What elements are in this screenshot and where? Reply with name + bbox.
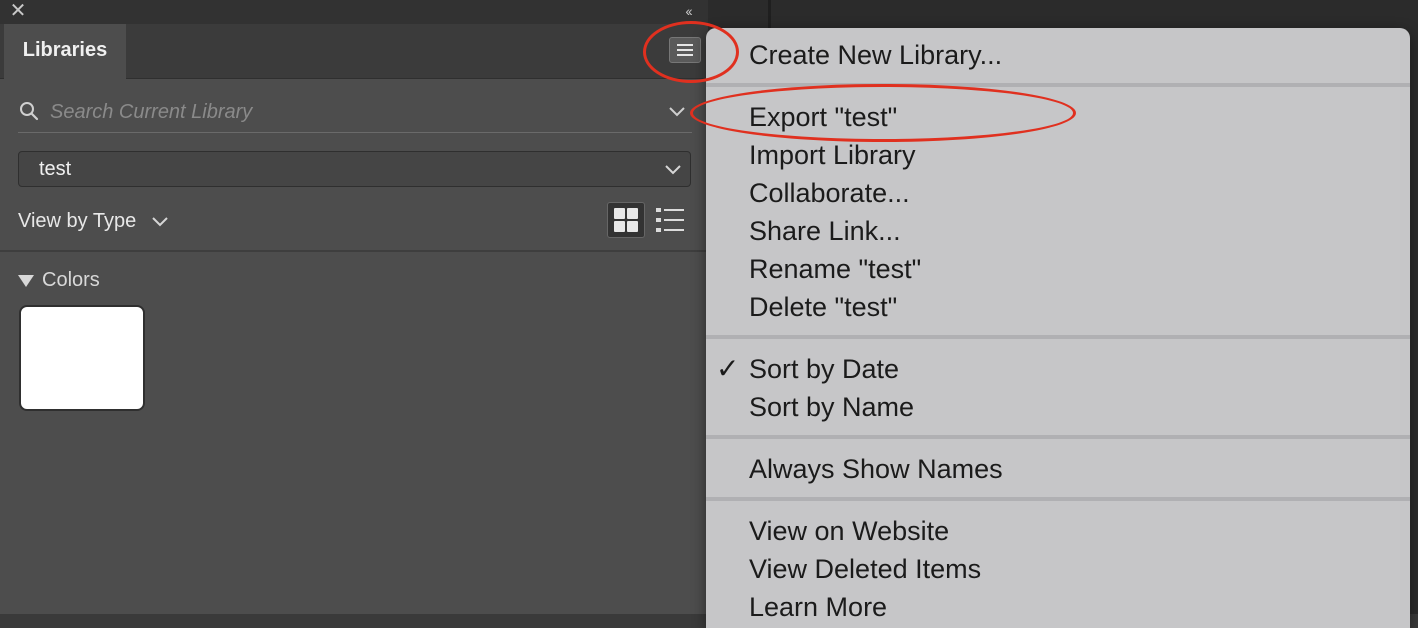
- colors-section-label: Colors: [42, 269, 100, 291]
- libraries-panel: ✕ ‹‹ Libraries test View by Type: [0, 0, 708, 614]
- search-icon: [20, 102, 39, 121]
- menu-item-sort-by-date[interactable]: Sort by Date: [749, 351, 899, 387]
- hamburger-menu-icon: [677, 49, 693, 51]
- menu-item-learn-more[interactable]: Learn More: [749, 589, 887, 625]
- menu-separator: [706, 497, 1410, 501]
- menu-item-delete[interactable]: Delete "test": [749, 289, 897, 325]
- double-chevron-left-icon[interactable]: ‹‹: [678, 2, 698, 20]
- chevron-down-icon: [665, 165, 681, 175]
- menu-item-collaborate[interactable]: Collaborate...: [749, 175, 910, 211]
- menu-item-view-deleted-items[interactable]: View Deleted Items: [749, 551, 981, 587]
- menu-separator: [706, 335, 1410, 339]
- view-by-type-dropdown[interactable]: View by Type: [18, 206, 168, 236]
- close-icon[interactable]: ✕: [9, 1, 27, 21]
- checkmark-icon: ✓: [716, 353, 740, 384]
- panel-title-bar: [0, 0, 708, 24]
- library-options-menu: Create New Library... Export "test" Impo…: [706, 28, 1410, 628]
- hamburger-menu-icon: [677, 44, 693, 46]
- menu-item-import-library[interactable]: Import Library: [749, 137, 916, 173]
- chevron-down-icon: [152, 217, 168, 227]
- list-view-icon[interactable]: [655, 205, 685, 235]
- search-bar: [18, 92, 692, 133]
- grid-view-icon: [614, 208, 638, 232]
- search-input[interactable]: [48, 98, 652, 126]
- hamburger-menu-icon: [677, 54, 693, 56]
- menu-item-view-on-website[interactable]: View on Website: [749, 513, 949, 549]
- hamburger-menu-button[interactable]: [669, 37, 701, 63]
- library-select[interactable]: test: [18, 151, 691, 187]
- tab-libraries[interactable]: Libraries: [4, 24, 126, 79]
- menu-separator: [706, 83, 1410, 87]
- menu-item-share-link[interactable]: Share Link...: [749, 213, 901, 249]
- colors-section-header[interactable]: Colors: [18, 267, 100, 293]
- panel-divider: [0, 250, 708, 252]
- menu-item-create-new-library[interactable]: Create New Library...: [749, 37, 1002, 73]
- menu-separator: [706, 435, 1410, 439]
- grid-view-button[interactable]: [607, 202, 645, 238]
- menu-item-always-show-names[interactable]: Always Show Names: [749, 451, 1003, 487]
- library-select-value: test: [39, 158, 72, 180]
- triangle-down-icon: [18, 274, 34, 287]
- menu-item-rename[interactable]: Rename "test": [749, 251, 921, 287]
- view-by-type-label: View by Type: [18, 210, 137, 232]
- color-swatch[interactable]: [19, 305, 145, 411]
- menu-item-export[interactable]: Export "test": [749, 99, 897, 135]
- menu-item-sort-by-name[interactable]: Sort by Name: [749, 389, 914, 425]
- chevron-down-icon[interactable]: [669, 107, 685, 117]
